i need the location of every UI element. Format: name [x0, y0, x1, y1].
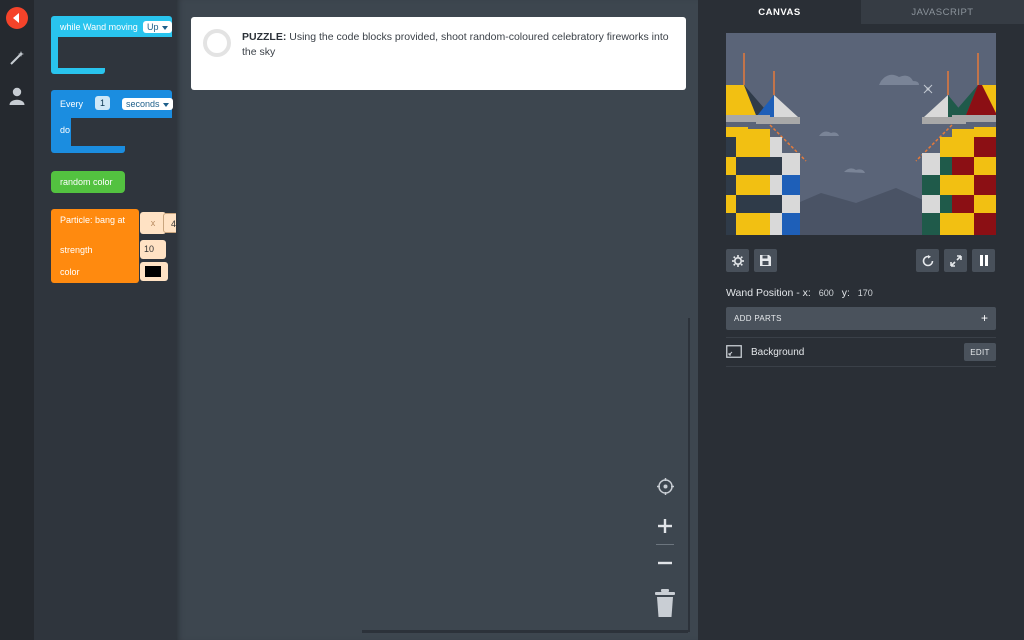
puzzle-card: PUZZLE: Using the code blocks provided, … — [191, 17, 686, 90]
unit-dropdown[interactable]: seconds — [122, 98, 173, 110]
puzzle-text: Using the code blocks provided, shoot ra… — [242, 31, 669, 58]
particle-block-label: Particle: bang at — [60, 215, 126, 225]
right-panel: CANVAS JAVASCRIPT Wand Position - x: 600… — [698, 0, 1024, 640]
zoom-out-icon[interactable] — [657, 555, 673, 571]
castle-scene — [726, 33, 996, 235]
wand-y-label: y: — [841, 287, 850, 299]
do-label: do — [60, 125, 71, 135]
particle-y-slot[interactable]: 4 — [163, 213, 176, 233]
recenter-icon[interactable] — [657, 478, 674, 495]
chevron-down-icon — [162, 102, 169, 107]
pause-icon — [979, 255, 988, 266]
horizontal-scrollbar[interactable] — [362, 630, 688, 633]
color-swatch[interactable] — [140, 262, 168, 281]
color-label: color — [60, 267, 80, 277]
wand-position-readout: Wand Position - x: 600 y: 170 — [726, 287, 878, 299]
settings-button[interactable] — [726, 249, 749, 272]
while-wand-moving-block[interactable]: while Wand moving Up — [51, 16, 172, 74]
user-icon[interactable] — [9, 87, 25, 105]
add-parts-button[interactable]: ADD PARTS + — [726, 307, 996, 330]
while-block-label: while Wand moving — [60, 22, 138, 32]
restart-icon — [922, 254, 933, 266]
zoom-in-icon[interactable] — [657, 518, 673, 534]
tab-javascript[interactable]: JAVASCRIPT — [861, 0, 1024, 24]
app: while Wand moving Up Every 1 seconds do … — [0, 0, 1024, 640]
left-rail — [0, 0, 34, 640]
wand-y-value: 170 — [857, 288, 873, 298]
code-workspace[interactable]: PUZZLE: Using the code blocks provided, … — [176, 0, 698, 640]
strength-input[interactable]: 10 — [140, 240, 166, 259]
interval-input[interactable]: 1 — [95, 96, 111, 110]
every-seconds-block[interactable]: Every 1 seconds do — [51, 90, 173, 153]
save-button[interactable] — [754, 249, 777, 272]
direction-dropdown[interactable]: Up — [143, 21, 172, 33]
parts-divider — [726, 337, 996, 338]
save-icon — [760, 255, 771, 266]
part-label: Background — [751, 347, 805, 358]
fullscreen-button[interactable] — [944, 249, 967, 272]
wand-x-value: 600 — [818, 288, 834, 298]
canvas-stage[interactable] — [726, 33, 996, 235]
particle-bang-block[interactable]: Particle: bang at x 4 strength 10 color — [51, 209, 176, 284]
back-arrow-icon[interactable] — [6, 7, 28, 29]
every-block-label: Every — [60, 99, 84, 109]
gear-icon — [731, 254, 744, 267]
zoom-divider — [656, 544, 674, 545]
trash-icon[interactable] — [654, 589, 676, 617]
unit-value: seconds — [126, 99, 160, 109]
tab-canvas[interactable]: CANVAS — [698, 0, 861, 24]
vertical-scrollbar[interactable] — [688, 318, 690, 632]
direction-value: Up — [147, 22, 159, 32]
edit-button[interactable]: EDIT — [964, 343, 996, 361]
background-image-icon — [726, 345, 742, 358]
parts-divider-bottom — [726, 366, 996, 367]
progress-ring-icon — [203, 29, 231, 57]
plus-icon: + — [980, 311, 988, 325]
panel-tabs: CANVAS JAVASCRIPT — [698, 0, 1024, 24]
part-row-background[interactable]: Background EDIT — [726, 340, 996, 364]
restart-button[interactable] — [916, 249, 939, 272]
random-color-label: random color — [60, 177, 113, 187]
wand-position-label: Wand Position - x: — [726, 287, 811, 299]
block-palette: while Wand moving Up Every 1 seconds do … — [34, 0, 176, 640]
chevron-down-icon — [161, 25, 168, 30]
puzzle-heading: PUZZLE: — [242, 31, 287, 43]
expand-icon — [949, 254, 962, 267]
magic-wand-icon[interactable] — [9, 50, 25, 66]
add-parts-label: ADD PARTS — [734, 314, 782, 323]
pause-button[interactable] — [972, 249, 995, 272]
color-swatch-fill — [145, 266, 161, 277]
random-color-block[interactable]: random color — [51, 171, 125, 193]
strength-label: strength — [60, 245, 93, 255]
puzzle-description: PUZZLE: Using the code blocks provided, … — [242, 30, 672, 60]
